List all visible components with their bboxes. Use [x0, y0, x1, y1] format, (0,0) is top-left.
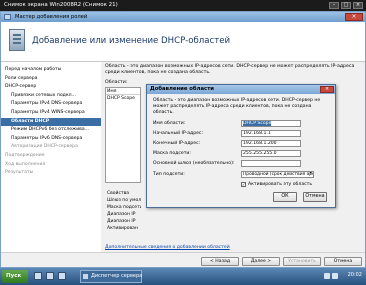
nav-item[interactable]: DHCP-сервер — [1, 83, 101, 92]
nav-item[interactable]: Авторизация DHCP-сервера — [1, 143, 101, 152]
list-item[interactable]: DHCP Scope — [106, 95, 140, 102]
explorer-quicklaunch-icon[interactable] — [58, 272, 66, 280]
field-default-gateway: Основной шлюз (необязательно): — [153, 160, 333, 168]
volume-tray-icon[interactable] — [332, 273, 338, 279]
end-ip-input[interactable]: 192.168.1.200 — [241, 140, 301, 147]
nav-item[interactable]: Ход выполнения — [1, 161, 101, 170]
default-gateway-label: Основной шлюз (необязательно): — [153, 161, 235, 166]
subnet-mask-label: Маска подсети: — [153, 151, 191, 156]
wizard-header: Добавление или изменение DHCP-областей — [1, 22, 365, 62]
wizard-app-icon — [4, 14, 11, 20]
wizard-title: Мастер добавления ролей — [15, 14, 88, 20]
minimize-icon[interactable]: – — [329, 2, 339, 9]
nav-item[interactable]: Параметры IPv6 DNS-сервера — [1, 135, 101, 144]
server-icon — [9, 29, 25, 51]
clock[interactable]: 20:02 — [348, 272, 362, 278]
host-title-bar: Снимок экрана Win2008R2 (Снимок 21) — [0, 0, 366, 11]
host-window-controls: – □ × — [329, 2, 363, 9]
scope-name-input[interactable]: DHCP Scope — [241, 120, 301, 127]
wizard-close-button[interactable]: × — [345, 13, 363, 21]
network-tray-icon[interactable] — [324, 273, 330, 279]
field-scope-name: Имя области: DHCP Scope — [153, 120, 333, 128]
nav-item[interactable]: Параметры IPv4 DNS-сервера — [1, 100, 101, 109]
start-ip-input[interactable]: 192.168.1.1 — [241, 130, 301, 137]
dialog-title: Добавление области — [147, 85, 335, 94]
wizard-footer: < Назад Далее > Установить Отмена — [1, 252, 365, 268]
scope-name-label: Имя области: — [153, 121, 186, 126]
field-end-ip: Конечный IP-адрес: 192.168.1.200 — [153, 140, 333, 148]
scope-name-value: DHCP Scope — [243, 121, 272, 126]
properties-group-label: Свойства — [107, 191, 129, 196]
add-scope-dialog: Добавление области × Область - это диапа… — [146, 84, 336, 208]
dialog-cancel-button[interactable]: Отмена — [303, 192, 327, 202]
nav-item[interactable]: Привязки сетевых подкл... — [1, 92, 101, 101]
scopes-label: Области: — [105, 80, 128, 85]
field-subnet-type: Тип подсети: Проводной (срок действия ар… — [153, 171, 333, 179]
next-button[interactable]: Далее > — [242, 257, 280, 266]
nav-item[interactable]: Роли сервера — [1, 75, 101, 84]
activate-scope-checkbox-row[interactable]: ✓ Активировать эту область — [241, 182, 312, 187]
taskbar-server-manager[interactable]: Диспетчер сервера — [80, 270, 142, 283]
host-title: Снимок экрана Win2008R2 (Снимок 21) — [4, 2, 118, 8]
dialog-description: Область - это диапазон возможных IP-адре… — [153, 98, 321, 115]
wizard-title-bar: Мастер добавления ролей — [1, 12, 365, 22]
activate-scope-label: Активировать эту область — [248, 182, 313, 187]
nav-item[interactable]: Перед началом работы — [1, 66, 101, 75]
cancel-button[interactable]: Отмена — [324, 257, 362, 266]
wizard-nav: Перед началом работы Роли сервера DHCP-сер… — [1, 62, 101, 252]
property-item: Шлюз по умол — [107, 198, 141, 203]
page-title: Добавление или изменение DHCP-областей — [32, 36, 231, 46]
start-button[interactable]: Пуск — [2, 270, 28, 283]
back-button[interactable]: < Назад — [201, 257, 239, 266]
nav-item[interactable]: Области DHCP — [1, 117, 101, 127]
list-header-name[interactable]: Имя — [106, 88, 140, 95]
property-item: Диапазон IP — [107, 219, 136, 224]
subnet-type-select[interactable]: Проводной (срок действия аренды - 8 — [241, 171, 314, 178]
property-item: Активирован — [107, 226, 138, 231]
taskbar: Пуск Диспетчер сервера 20:02 — [0, 268, 366, 285]
start-ip-label: Начальный IP-адрес: — [153, 131, 204, 136]
close-icon[interactable]: × — [353, 2, 363, 9]
maximize-icon[interactable]: □ — [341, 2, 351, 9]
nav-item[interactable]: Режим DHCPv6 без отслежива... — [1, 126, 101, 135]
dialog-close-button[interactable]: × — [320, 86, 334, 93]
end-ip-label: Конечный IP-адрес: — [153, 141, 201, 146]
property-item: Диапазон IP — [107, 212, 136, 217]
nav-item[interactable]: Подтверждение — [1, 152, 101, 161]
server-manager-quicklaunch-icon[interactable] — [34, 272, 42, 280]
nav-item[interactable]: Параметры IPv4 WINS-сервера — [1, 109, 101, 118]
more-info-link[interactable]: Дополнительные сведения о добавлении обл… — [105, 245, 230, 250]
activate-scope-checkbox[interactable]: ✓ — [241, 182, 246, 187]
field-start-ip: Начальный IP-адрес: 192.168.1.1 — [153, 130, 333, 138]
subnet-mask-input[interactable]: 255.255.255.0 — [241, 150, 301, 157]
scope-properties: Свойства Шлюз по умол Маска подсети Диап… — [105, 190, 141, 240]
dialog-ok-button[interactable]: ОК — [273, 192, 297, 202]
main-description: Область - это диапазон возможных IP-адре… — [105, 64, 355, 75]
scopes-list[interactable]: Имя DHCP Scope — [105, 87, 141, 183]
subnet-type-label: Тип подсети: — [153, 172, 185, 177]
field-subnet-mask: Маска подсети: 255.255.255.0 — [153, 150, 333, 158]
nav-item[interactable]: Результаты — [1, 169, 101, 178]
powershell-quicklaunch-icon[interactable] — [46, 272, 54, 280]
install-button[interactable]: Установить — [283, 257, 321, 266]
property-item: Маска подсети — [107, 205, 141, 210]
add-roles-wizard: Мастер добавления ролей × Добавление или… — [0, 11, 366, 268]
default-gateway-input[interactable] — [241, 160, 301, 167]
